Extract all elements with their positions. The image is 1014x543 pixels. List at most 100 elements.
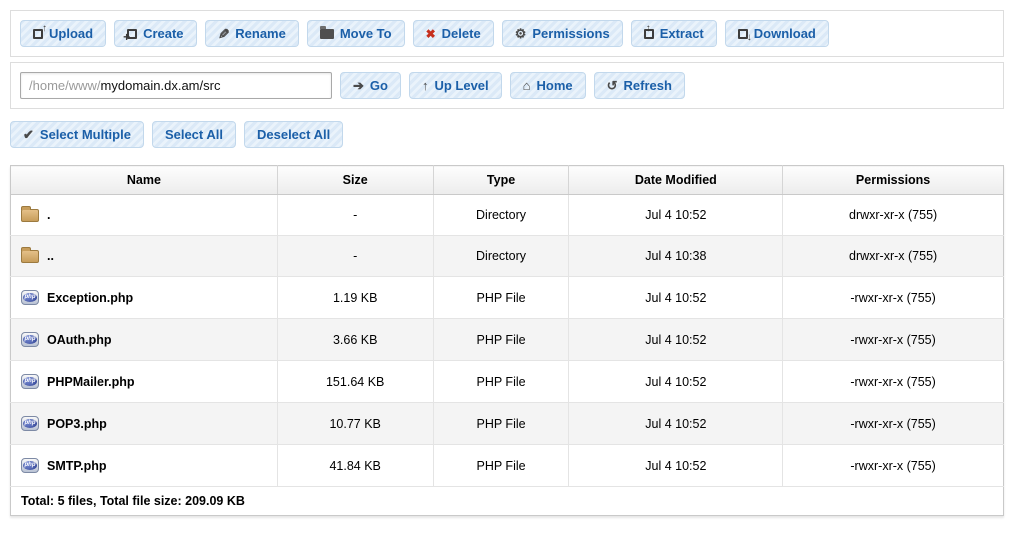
home-icon: ⌂ xyxy=(523,79,531,92)
file-type-cell: PHP File xyxy=(433,277,569,319)
extract-button-label: Extract xyxy=(660,26,704,41)
file-size-cell: 41.84 KB xyxy=(277,445,433,487)
file-name-cell[interactable]: php SMTP.php xyxy=(11,445,278,487)
path-prefix-text: /home/www/ xyxy=(29,78,101,93)
refresh-icon: ↺ xyxy=(607,79,618,92)
rename-icon: ✎ xyxy=(218,27,230,41)
create-button[interactable]: Create xyxy=(114,20,196,47)
file-permissions-cell: drwxr-xr-x (755) xyxy=(783,236,1004,277)
delete-icon: ✖ xyxy=(426,28,436,40)
file-type-cell: PHP File xyxy=(433,445,569,487)
file-table: Name Size Type Date Modified Permissions… xyxy=(10,165,1004,516)
file-name: .. xyxy=(47,249,54,263)
file-size-cell: - xyxy=(277,195,433,236)
folder-icon xyxy=(21,250,39,263)
path-input[interactable]: /home/www/mydomain.dx.am/src xyxy=(20,72,332,99)
create-button-label: Create xyxy=(143,26,183,41)
deselect-all-button[interactable]: Deselect All xyxy=(244,121,343,148)
table-row: php SMTP.php 41.84 KB PHP File Jul 4 10:… xyxy=(11,445,1004,487)
column-header-permissions[interactable]: Permissions xyxy=(783,166,1004,195)
refresh-button-label: Refresh xyxy=(624,78,672,93)
table-row: .. - Directory Jul 4 10:38 drwxr-xr-x (7… xyxy=(11,236,1004,277)
folder-icon xyxy=(21,209,39,222)
file-date-cell: Jul 4 10:52 xyxy=(569,195,783,236)
rename-button[interactable]: ✎ Rename xyxy=(205,20,299,47)
file-type-cell: PHP File xyxy=(433,319,569,361)
table-row: php PHPMailer.php 151.64 KB PHP File Jul… xyxy=(11,361,1004,403)
delete-button-label: Delete xyxy=(442,26,481,41)
upload-button-label: Upload xyxy=(49,26,93,41)
table-footer-row: Total: 5 files, Total file size: 209.09 … xyxy=(11,487,1004,516)
rename-button-label: Rename xyxy=(235,26,286,41)
selection-bar: ✔ Select Multiple Select All Deselect Al… xyxy=(10,116,1004,153)
create-icon xyxy=(127,29,137,39)
column-header-date-modified[interactable]: Date Modified xyxy=(569,166,783,195)
file-name: POP3.php xyxy=(47,417,107,431)
table-header-row: Name Size Type Date Modified Permissions xyxy=(11,166,1004,195)
file-date-cell: Jul 4 10:52 xyxy=(569,445,783,487)
upload-button[interactable]: Upload xyxy=(20,20,106,47)
file-name-cell[interactable]: . xyxy=(11,195,278,236)
file-name-cell[interactable]: php Exception.php xyxy=(11,277,278,319)
checkmark-icon: ✔ xyxy=(23,128,34,141)
file-name-cell[interactable]: .. xyxy=(11,236,278,277)
file-permissions-cell: -rwxr-xr-x (755) xyxy=(783,277,1004,319)
file-name-cell[interactable]: php POP3.php xyxy=(11,403,278,445)
download-button[interactable]: Download xyxy=(725,20,829,47)
file-type-cell: PHP File xyxy=(433,361,569,403)
file-date-cell: Jul 4 10:52 xyxy=(569,277,783,319)
file-name: Exception.php xyxy=(47,291,133,305)
file-size-cell: 10.77 KB xyxy=(277,403,433,445)
file-size-cell: 1.19 KB xyxy=(277,277,433,319)
file-type-cell: Directory xyxy=(433,236,569,277)
move-to-button[interactable]: Move To xyxy=(307,20,405,47)
file-date-cell: Jul 4 10:38 xyxy=(569,236,783,277)
move-to-button-label: Move To xyxy=(340,26,392,41)
up-level-icon: ↑ xyxy=(422,79,429,92)
column-header-name[interactable]: Name xyxy=(11,166,278,195)
up-level-button[interactable]: ↑ Up Level xyxy=(409,72,502,99)
totals-summary: Total: 5 files, Total file size: 209.09 … xyxy=(11,487,1004,516)
delete-button[interactable]: ✖ Delete xyxy=(413,20,494,47)
file-type-cell: PHP File xyxy=(433,403,569,445)
table-row: php OAuth.php 3.66 KB PHP File Jul 4 10:… xyxy=(11,319,1004,361)
upload-icon xyxy=(33,29,43,39)
file-permissions-cell: -rwxr-xr-x (755) xyxy=(783,445,1004,487)
select-multiple-button[interactable]: ✔ Select Multiple xyxy=(10,121,144,148)
file-size-cell: 151.64 KB xyxy=(277,361,433,403)
refresh-button[interactable]: ↺ Refresh xyxy=(594,72,685,99)
select-all-button[interactable]: Select All xyxy=(152,121,236,148)
file-name: SMTP.php xyxy=(47,459,107,473)
column-header-type[interactable]: Type xyxy=(433,166,569,195)
extract-button[interactable]: Extract xyxy=(631,20,717,47)
home-button[interactable]: ⌂ Home xyxy=(510,72,586,99)
file-name-cell[interactable]: php PHPMailer.php xyxy=(11,361,278,403)
column-header-size[interactable]: Size xyxy=(277,166,433,195)
permissions-button[interactable]: ⚙ Permissions xyxy=(502,20,623,47)
permissions-icon: ⚙ xyxy=(515,27,527,40)
move-to-icon xyxy=(320,29,334,39)
file-size-cell: - xyxy=(277,236,433,277)
up-level-button-label: Up Level xyxy=(434,78,488,93)
download-icon xyxy=(738,29,748,39)
file-date-cell: Jul 4 10:52 xyxy=(569,361,783,403)
file-date-cell: Jul 4 10:52 xyxy=(569,319,783,361)
php-file-icon: php xyxy=(21,458,39,473)
file-name: OAuth.php xyxy=(47,333,112,347)
download-button-label: Download xyxy=(754,26,816,41)
file-name-cell[interactable]: php OAuth.php xyxy=(11,319,278,361)
php-file-icon: php xyxy=(21,374,39,389)
php-file-icon: php xyxy=(21,416,39,431)
file-type-cell: Directory xyxy=(433,195,569,236)
path-main-text: mydomain.dx.am/src xyxy=(101,78,221,93)
deselect-all-button-label: Deselect All xyxy=(257,127,330,142)
go-icon: ➔ xyxy=(353,79,364,92)
go-button[interactable]: ➔ Go xyxy=(340,72,401,99)
go-button-label: Go xyxy=(370,78,388,93)
select-all-button-label: Select All xyxy=(165,127,223,142)
table-row: php POP3.php 10.77 KB PHP File Jul 4 10:… xyxy=(11,403,1004,445)
select-multiple-button-label: Select Multiple xyxy=(40,127,131,142)
file-actions-toolbar: Upload Create ✎ Rename Move To ✖ Delete … xyxy=(10,10,1004,57)
file-name: PHPMailer.php xyxy=(47,375,135,389)
file-permissions-cell: -rwxr-xr-x (755) xyxy=(783,319,1004,361)
